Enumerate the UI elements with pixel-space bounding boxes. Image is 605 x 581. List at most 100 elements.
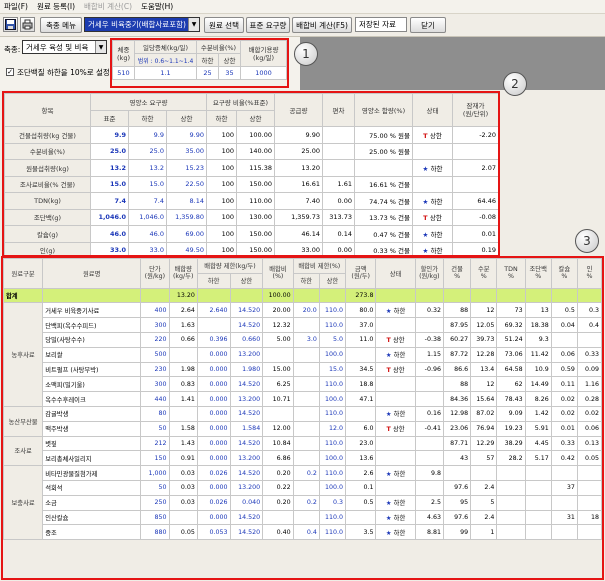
amount-lower-limit[interactable]: 0.053 [196, 524, 231, 541]
percent-lower-limit[interactable] [292, 317, 320, 333]
nutrient-upper[interactable]: 22.50 [165, 175, 208, 193]
percent-lower-limit[interactable] [292, 376, 320, 393]
percent-lower-limit[interactable] [292, 346, 320, 363]
amount-upper-limit[interactable]: 14.520 [229, 524, 264, 541]
percent-lower-limit[interactable] [292, 405, 320, 422]
percent-upper-limit[interactable]: 100.0 [318, 391, 346, 407]
percent-upper-limit[interactable]: 110.0 [318, 524, 346, 541]
amount-upper-limit[interactable]: 0.040 [229, 494, 264, 511]
amount-lower-limit[interactable]: 0.000 [196, 435, 231, 452]
ratio-upper[interactable]: 140.00 [236, 142, 276, 160]
ingredient-row[interactable]: 단백피(옥수수피드) 300 1.63 14.520 12.32 110.0 37.0 87.… [4, 317, 603, 333]
ratio-lower[interactable]: 100 [206, 142, 238, 160]
amount-lower-limit[interactable]: 0.000 [196, 346, 231, 363]
menu-calc[interactable]: 배합비 계산(C) [84, 1, 132, 12]
nutrient-lower[interactable]: 33.0 [128, 241, 167, 259]
percent-lower-limit[interactable]: 3.0 [292, 331, 320, 348]
nutrient-lower[interactable]: 15.0 [128, 175, 167, 193]
ratio-upper[interactable]: 115.38 [236, 159, 276, 177]
ingredient-row[interactable]: 소금 250 0.03 0.026 0.040 0.20 0.2 0.3 0.5 ★ 하한 2.5 9… [4, 494, 603, 511]
chevron-down-icon[interactable]: ▼ [95, 41, 106, 53]
percent-lower-limit[interactable] [292, 435, 320, 452]
amount-lower-limit[interactable] [196, 317, 231, 333]
ingredient-row[interactable]: 옥수수후레이크 440 1.41 0.000 13.200 10.71 100.0 47.1 8… [4, 391, 603, 407]
ingredient-price[interactable]: 50 [140, 420, 170, 437]
ratio-lower[interactable]: 100 [206, 159, 238, 177]
ingredient-row[interactable]: 농후사료 거세우 비육중기사료 400 2.64 2.640 14.520 20.00 20.… [2, 302, 603, 407]
amount-lower-limit[interactable]: 0.000 [196, 450, 231, 467]
amount-lower-limit[interactable]: 0.026 [196, 465, 231, 481]
percent-upper-limit[interactable]: 110.0 [318, 317, 346, 333]
amount-upper-limit[interactable]: 14.520 [229, 317, 264, 333]
ratio-upper[interactable]: 150.00 [236, 225, 276, 243]
nutrient-upper[interactable]: 9.90 [165, 126, 208, 144]
percent-upper-limit[interactable]: 110.0 [318, 509, 346, 526]
ingredient-price[interactable]: 1,000 [140, 465, 170, 481]
percent-lower-limit[interactable]: 0.4 [292, 524, 320, 541]
amount-upper-limit[interactable]: 13.200 [229, 479, 264, 496]
percent-upper-limit[interactable]: 5.0 [318, 331, 346, 348]
ratio-lower[interactable]: 100 [206, 225, 238, 243]
amount-upper-limit[interactable]: 14.520 [229, 465, 264, 481]
moisture-upper-input[interactable]: 35 [217, 66, 242, 80]
amount-upper-limit[interactable]: 1.584 [229, 420, 264, 437]
calculate-formula-button[interactable]: 배합비 계산(F5) [292, 17, 352, 33]
ratio-lower[interactable]: 100 [206, 208, 238, 226]
percent-upper-limit[interactable]: 15.0 [318, 361, 346, 378]
amount-lower-limit[interactable]: 0.000 [196, 361, 231, 378]
ingredient-row[interactable]: 맥주박생 50 1.58 0.000 1.584 12.00 12.0 6.0 Τ 상한 -0.4… [4, 420, 603, 437]
ingredient-price[interactable]: 440 [140, 391, 170, 407]
standard-requirement-button[interactable]: 표준 요구량 [246, 17, 290, 33]
ratio-upper[interactable]: 150.00 [236, 175, 276, 193]
amount-upper-limit[interactable]: 14.520 [229, 302, 264, 319]
species-combo[interactable]: 거세우 육성 및 비육 ▼ [22, 40, 107, 54]
percent-lower-limit[interactable] [292, 479, 320, 496]
percent-lower-limit[interactable]: 0.2 [292, 494, 320, 511]
percent-upper-limit[interactable]: 110.0 [318, 376, 346, 393]
nutrient-lower[interactable]: 46.0 [128, 225, 167, 243]
percent-lower-limit[interactable] [292, 420, 320, 437]
amount-lower-limit[interactable]: 0.000 [196, 405, 231, 422]
ingredient-price[interactable]: 250 [140, 494, 170, 511]
chevron-down-icon[interactable]: ▼ [188, 18, 199, 31]
percent-upper-limit[interactable]: 100.0 [318, 346, 346, 363]
amount-upper-limit[interactable]: 13.200 [229, 391, 264, 407]
nutrient-upper[interactable]: 1,359.80 [165, 208, 208, 226]
nutrient-upper[interactable]: 49.50 [165, 241, 208, 259]
ratio-lower[interactable]: 100 [206, 175, 238, 193]
menu-register[interactable]: 원료 등록(I) [37, 1, 75, 12]
amount-upper-limit[interactable]: 14.520 [229, 435, 264, 452]
nutrient-standard[interactable]: 46.0 [90, 225, 129, 243]
ingredient-price[interactable]: 50 [140, 479, 170, 496]
ingredient-price[interactable]: 220 [140, 331, 170, 348]
close-button[interactable]: 닫기 [410, 17, 446, 33]
ingredient-row[interactable]: 조사료 볏짚 212 1.43 0.000 14.520 10.84 110.0 23.0 87.… [2, 435, 603, 467]
ingredient-row[interactable]: 당밀(사탕수수) 220 0.66 0.396 0.660 5.00 3.0 5.0 11.0 Τ… [4, 331, 603, 348]
ingredient-row[interactable]: 보리쌀 500 0.000 13.200 100.0 ★ 하한 1.15 87.72 12.28… [4, 346, 603, 363]
amount-upper-limit[interactable]: 13.200 [229, 450, 264, 467]
amount-upper-limit[interactable]: 14.520 [229, 509, 264, 526]
intake-input[interactable]: 1000 [240, 66, 288, 80]
percent-lower-limit[interactable] [292, 361, 320, 378]
ingredient-select-button[interactable]: 원료 선택 [204, 17, 244, 33]
saved-data-field[interactable]: 저장된 자료 [355, 17, 407, 32]
ratio-upper[interactable]: 110.00 [236, 192, 276, 210]
nutrient-standard[interactable]: 9.9 [90, 126, 129, 144]
amount-lower-limit[interactable]: 0.000 [196, 420, 231, 437]
ingredient-price[interactable]: 150 [140, 450, 170, 467]
nutrient-standard[interactable]: 1,046.0 [90, 208, 129, 226]
amount-lower-limit[interactable]: 2.640 [196, 302, 231, 319]
adg-input[interactable]: 1.1 [134, 66, 197, 80]
ingredient-price[interactable]: 300 [140, 317, 170, 333]
moisture-lower-input[interactable]: 25 [196, 66, 219, 80]
percent-upper-limit[interactable]: 110.0 [318, 465, 346, 481]
ratio-upper[interactable]: 130.00 [236, 208, 276, 226]
amount-upper-limit[interactable]: 14.520 [229, 376, 264, 393]
percent-lower-limit[interactable] [292, 509, 320, 526]
amount-upper-limit[interactable]: 1.980 [229, 361, 264, 378]
percent-upper-limit[interactable]: 100.0 [318, 450, 346, 467]
ingredient-row[interactable]: 보리총체사일리지 150 0.91 0.000 13.200 6.86 100.0 13.6 4… [4, 450, 603, 467]
save-icon[interactable] [3, 17, 18, 32]
print-icon[interactable] [20, 17, 35, 32]
ratio-lower[interactable]: 100 [206, 192, 238, 210]
